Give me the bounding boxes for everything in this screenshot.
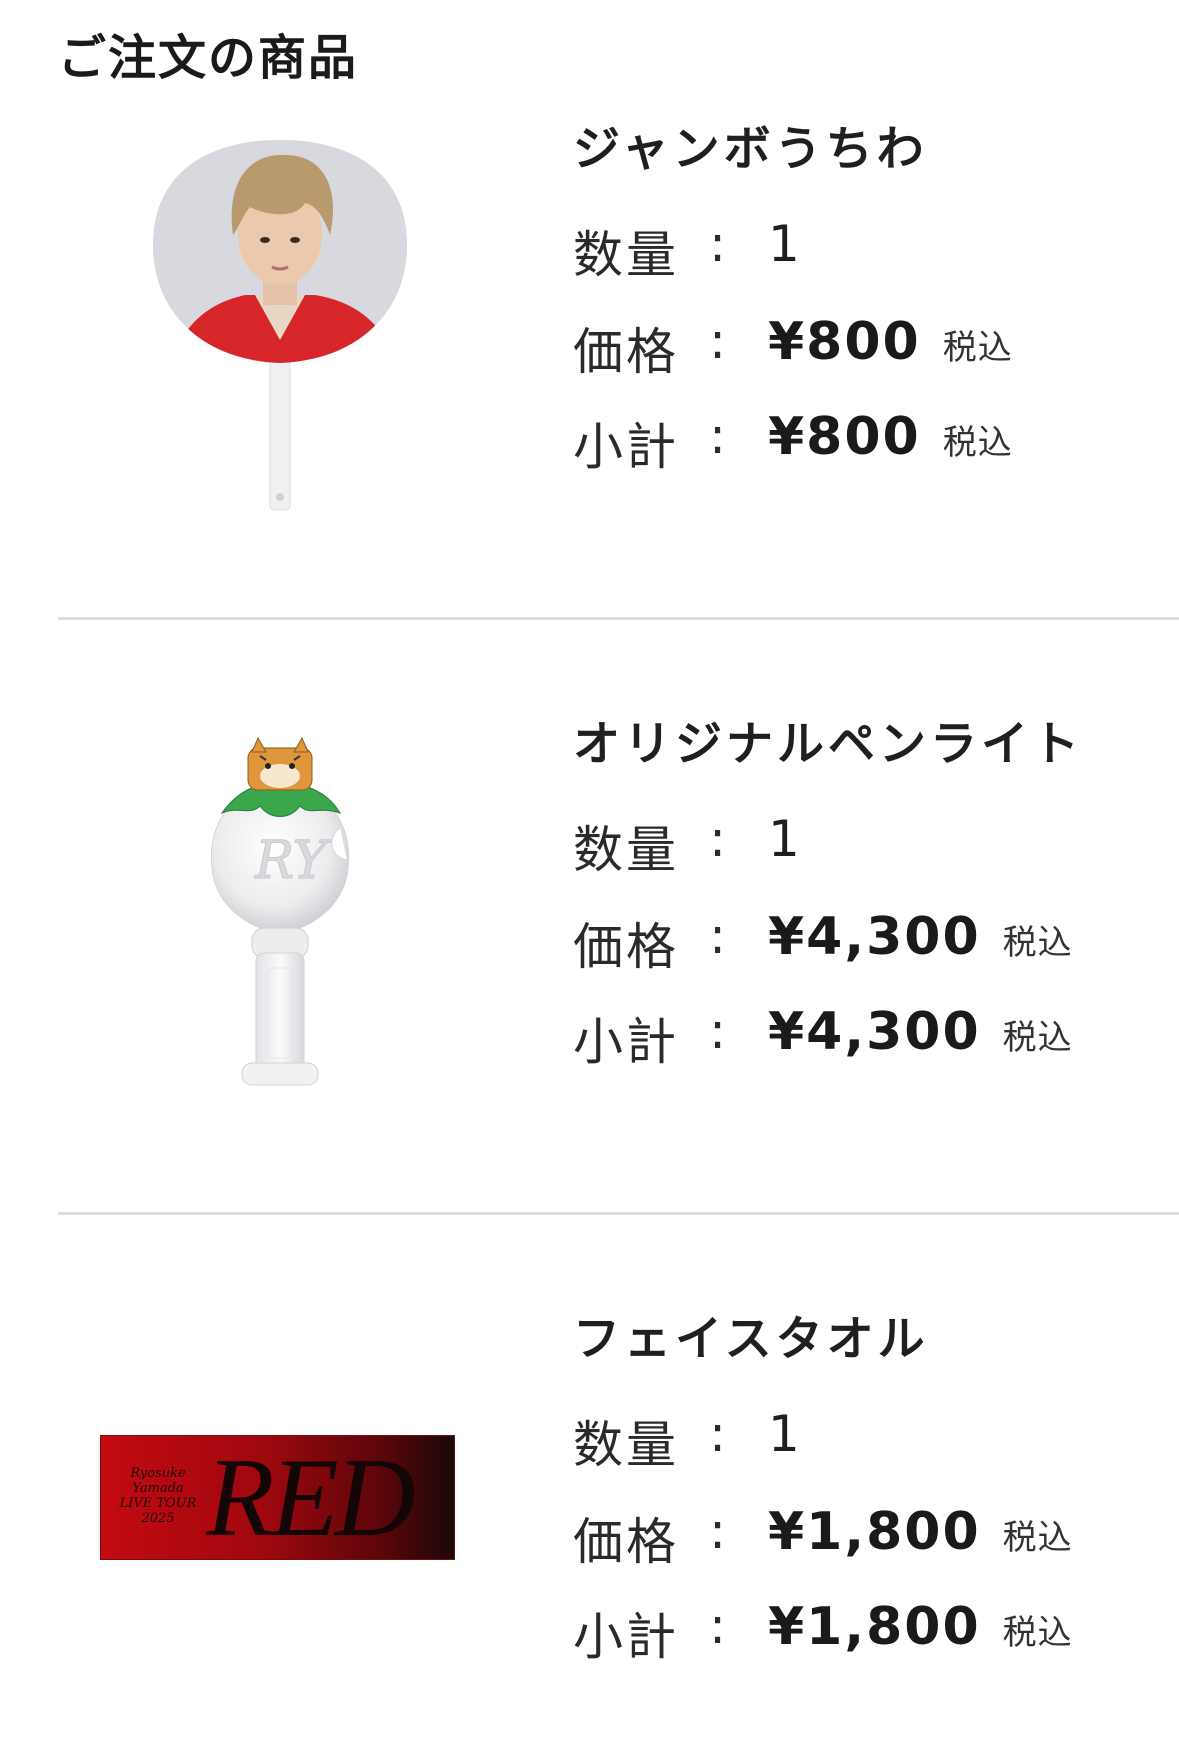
tax-included-label: 税込 [1002,1613,1073,1653]
quantity-value: 1 [768,215,800,273]
towel-text-line: Yamada [132,1481,184,1496]
subtotal-value: ¥4,300 [768,1002,981,1062]
tax-included-label: 税込 [1002,923,1073,963]
subtotal-value: ¥1,800 [768,1597,981,1657]
towel-logo-text: RED [206,1436,416,1560]
colon: : [709,215,726,273]
item-divider [58,617,1179,620]
subtotal-label: 小計 [573,1013,679,1071]
colon: : [709,312,726,370]
colon: : [709,907,726,965]
product-name[interactable]: ジャンボうちわ [573,110,928,179]
uchiwa-fan-image[interactable] [145,135,415,515]
tax-included-label: 税込 [942,423,1013,463]
face-towel-image[interactable]: Ryosuke Yamada LIVE TOUR 2025 RED [100,1435,455,1560]
quantity-value: 1 [768,1405,800,1463]
colon: : [709,407,726,465]
price-label: 価格 [573,918,679,976]
quantity-label: 数量 [573,226,679,284]
item-divider [58,1212,1179,1215]
subtotal-label: 小計 [573,1608,679,1666]
price-value: ¥1,800 [768,1502,981,1562]
price-label: 価格 [573,323,679,381]
colon: : [709,1002,726,1060]
subtotal-label: 小計 [573,418,679,476]
product-name[interactable]: フェイスタオル [573,1300,929,1369]
price-label: 価格 [573,1513,679,1571]
tax-included-label: 税込 [1002,1518,1073,1558]
tax-included-label: 税込 [1002,1018,1073,1058]
colon: : [709,1597,726,1655]
quantity-label: 数量 [573,1416,679,1474]
price-value: ¥800 [768,312,921,372]
towel-graphic: Ryosuke Yamada LIVE TOUR 2025 RED [100,1435,455,1560]
towel-small-text: Ryosuke Yamada LIVE TOUR 2025 [113,1466,203,1526]
colon: : [709,810,726,868]
penlight-image[interactable]: RY [200,728,360,1098]
subtotal-value: ¥800 [768,407,921,467]
colon: : [709,1502,726,1560]
towel-text-line: LIVE TOUR [119,1496,197,1511]
towel-text-line: Ryosuke [130,1466,186,1481]
colon: : [709,1405,726,1463]
product-name[interactable]: オリジナルペンライト [573,705,1083,774]
tax-included-label: 税込 [942,328,1013,368]
svg-text:RY: RY [254,831,332,891]
page-title: ご注文の商品 [58,30,359,86]
towel-text-line: 2025 [141,1511,175,1526]
quantity-label: 数量 [573,821,679,879]
price-value: ¥4,300 [768,907,981,967]
quantity-value: 1 [768,810,800,868]
